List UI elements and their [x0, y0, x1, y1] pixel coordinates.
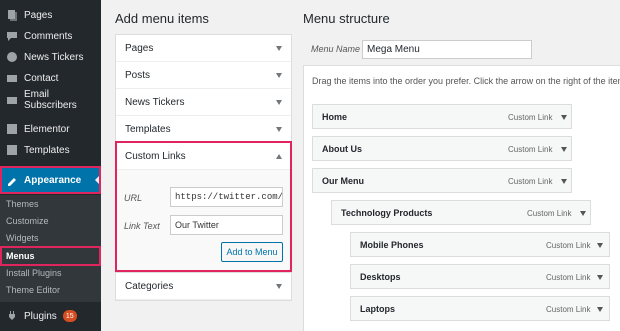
accordion-label: News Tickers	[125, 96, 185, 108]
current-arrow	[95, 174, 101, 186]
menu-item-type: Custom Link	[508, 177, 553, 186]
submenu-item-widgets[interactable]: Widgets	[6, 229, 39, 247]
plugins-icon	[6, 310, 18, 322]
accordion-label: Posts	[125, 69, 151, 81]
menu-item-title: Desktops	[360, 271, 401, 282]
menu-item-title: Technology Products	[341, 207, 433, 218]
menu-name-label: Menu Name	[311, 44, 361, 54]
menu-item-mobile-phones[interactable]: Mobile Phones Custom Link	[350, 232, 610, 257]
menu-item-title: Mobile Phones	[360, 239, 424, 250]
url-input[interactable]: https://twitter.com/Q	[170, 187, 283, 207]
sidebar-item-label: Email Subscribers	[24, 89, 77, 111]
caret-down-icon	[276, 126, 282, 132]
submenu-item-theme-editor[interactable]: Theme Editor	[6, 281, 60, 299]
admin-sidebar: Pages Comments News Tickers Contact Emai…	[0, 0, 101, 331]
menu-item-type: Custom Link	[508, 113, 553, 122]
menu-item-type: Custom Link	[527, 209, 572, 218]
sidebar-item-plugins[interactable]: Plugins 15	[0, 305, 101, 327]
menu-item-type: Custom Link	[546, 305, 591, 314]
sidebar-item-label: Templates	[24, 144, 70, 156]
pages-icon	[6, 9, 18, 21]
expand-arrow-icon[interactable]	[597, 307, 603, 312]
menu-item-about-us[interactable]: About Us Custom Link	[312, 136, 572, 161]
caret-down-icon	[276, 72, 282, 78]
expand-arrow-icon[interactable]	[597, 275, 603, 280]
menu-item-type: Custom Link	[508, 145, 553, 154]
accordion-posts[interactable]: Posts	[116, 62, 291, 89]
drag-hint-text: Drag the items into the order you prefer…	[312, 76, 620, 86]
sidebar-item-news-tickers[interactable]: News Tickers	[0, 46, 101, 68]
appearance-submenu: Themes Customize Widgets Menus Install P…	[0, 195, 101, 302]
sidebar-item-label: Pages	[24, 9, 53, 21]
sidebar-item-templates[interactable]: Templates	[0, 139, 101, 161]
comments-icon	[6, 30, 18, 42]
accordion-news-tickers[interactable]: News Tickers	[116, 89, 291, 116]
submenu-item-customize[interactable]: Customize	[6, 212, 49, 230]
menu-item-title: Home	[322, 111, 348, 122]
url-label: URL	[124, 193, 143, 203]
link-text-input[interactable]: Our Twitter	[170, 215, 283, 235]
accordion-pages[interactable]: Pages	[116, 35, 291, 62]
expand-arrow-icon[interactable]	[561, 115, 567, 120]
expand-arrow-icon[interactable]	[597, 243, 603, 248]
update-count-badge: 15	[62, 310, 77, 322]
contact-icon	[6, 72, 18, 84]
sidebar-item-label: News Tickers	[24, 51, 84, 63]
submenu-item-themes[interactable]: Themes	[6, 195, 39, 213]
sidebar-item-comments[interactable]: Comments	[0, 25, 101, 47]
sidebar-item-label: Plugins	[24, 310, 57, 322]
accordion-label: Templates	[125, 123, 171, 135]
add-menu-items-title: Add menu items	[115, 11, 209, 26]
menu-item-laptops[interactable]: Laptops Custom Link	[350, 296, 610, 321]
accordion-label: Categories	[125, 280, 174, 292]
menu-structure-title: Menu structure	[303, 11, 390, 26]
menu-item-title: About Us	[322, 143, 362, 154]
accordion-custom-links[interactable]: Custom Links	[117, 143, 290, 170]
accordion-label: Pages	[125, 42, 154, 54]
expand-arrow-icon[interactable]	[561, 147, 567, 152]
custom-links-body: URL https://twitter.com/Q Link Text Our …	[117, 170, 290, 270]
submenu-item-menus[interactable]: Menus	[6, 247, 35, 265]
sidebar-item-label: Elementor	[24, 123, 70, 135]
menu-item-desktops[interactable]: Desktops Custom Link	[350, 264, 610, 289]
submenu-item-install-plugins[interactable]: Install Plugins	[6, 264, 62, 282]
menu-item-title: Laptops	[360, 303, 395, 314]
menu-item-home[interactable]: Home Custom Link	[312, 104, 572, 129]
caret-down-icon	[276, 283, 282, 289]
email-icon	[6, 94, 18, 106]
caret-up-icon	[276, 153, 282, 159]
sidebar-item-elementor[interactable]: Elementor	[0, 118, 101, 140]
news-tickers-icon	[6, 51, 18, 63]
sidebar-item-pages[interactable]: Pages	[0, 4, 101, 26]
accordion-categories[interactable]: Categories	[116, 273, 291, 300]
menu-item-our-menu[interactable]: Our Menu Custom Link	[312, 168, 572, 193]
categories-accordion: Categories	[115, 272, 292, 301]
add-to-menu-button[interactable]: Add to Menu	[221, 242, 283, 262]
sidebar-item-appearance[interactable]: Appearance	[0, 168, 101, 192]
sidebar-item-label: Comments	[24, 30, 73, 42]
templates-icon	[6, 144, 18, 156]
accordion-templates[interactable]: Templates	[116, 116, 291, 143]
sidebar-item-contact[interactable]: Contact	[0, 67, 101, 89]
sidebar-item-label: Appearance	[24, 174, 82, 186]
menu-item-type: Custom Link	[546, 273, 591, 282]
caret-down-icon	[276, 99, 282, 105]
accordion-label: Custom Links	[125, 150, 186, 162]
caret-down-icon	[276, 45, 282, 51]
appearance-icon	[6, 174, 18, 186]
custom-links-panel: Custom Links URL https://twitter.com/Q L…	[115, 141, 292, 272]
add-items-accordion: Pages Posts News Tickers Templates	[115, 34, 292, 144]
sidebar-item-label: Contact	[24, 72, 59, 84]
elementor-icon	[6, 123, 18, 135]
menu-item-title: Our Menu	[322, 175, 364, 186]
expand-arrow-icon[interactable]	[561, 179, 567, 184]
menu-item-technology-products[interactable]: Technology Products Custom Link	[331, 200, 591, 225]
sidebar-item-email-subscribers[interactable]: Email Subscribers	[0, 89, 101, 111]
link-text-label: Link Text	[124, 221, 160, 231]
expand-arrow-icon[interactable]	[580, 211, 586, 216]
menu-item-type: Custom Link	[546, 241, 591, 250]
menu-name-input[interactable]: Mega Menu	[362, 40, 532, 59]
